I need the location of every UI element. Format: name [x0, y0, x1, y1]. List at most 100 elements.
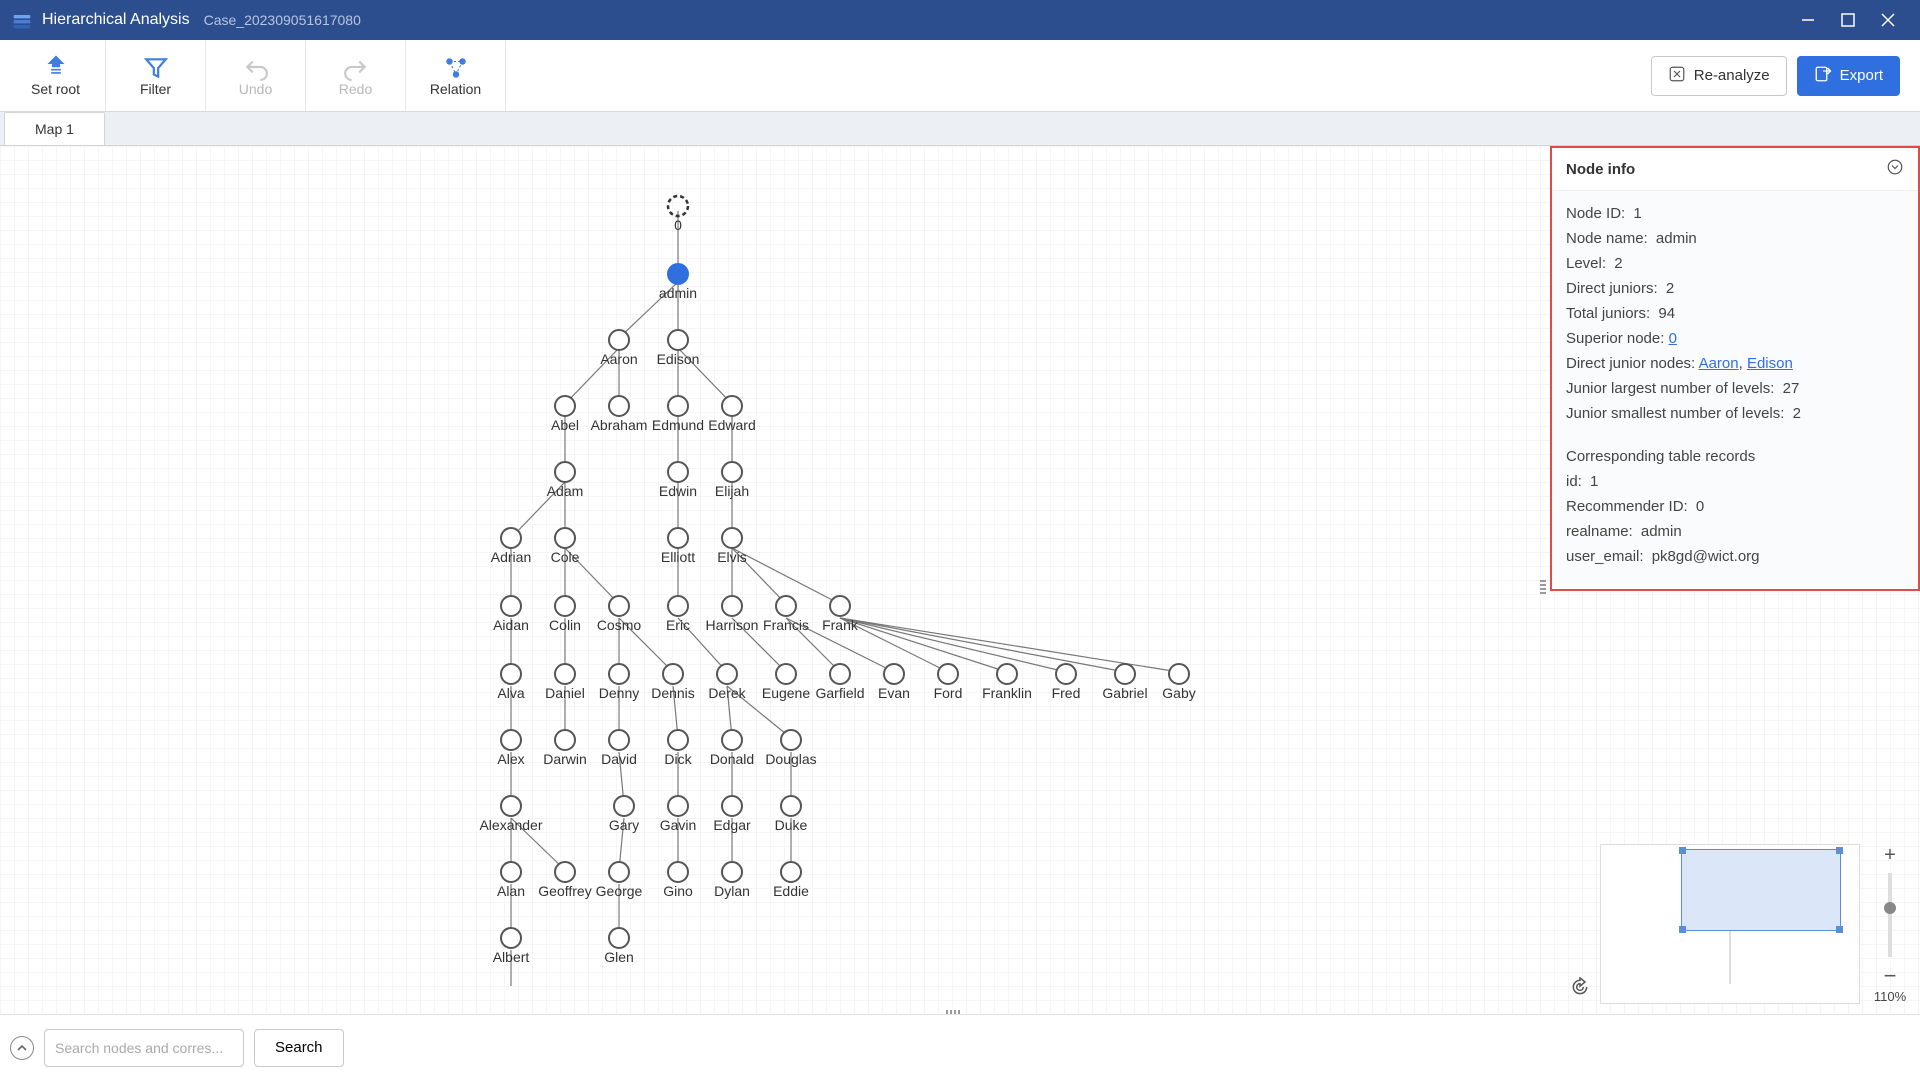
graph-node-elvis[interactable]: Elvis [717, 528, 747, 565]
graph-node-edison[interactable]: Edison [657, 330, 700, 367]
graph-node-eric[interactable]: Eric [666, 596, 690, 633]
graph-node-geoffrey[interactable]: Geoffrey [538, 862, 591, 899]
graph-node-harrison[interactable]: Harrison [706, 596, 759, 633]
graph-node-dylan[interactable]: Dylan [714, 862, 750, 899]
graph-node-dennis[interactable]: Dennis [651, 664, 695, 701]
zoom-slider[interactable] [1888, 873, 1892, 957]
expand-up-button[interactable] [10, 1036, 34, 1060]
workspace[interactable]: 0 admin Aaron Edison Abel Abraham Edmund… [0, 146, 1920, 1014]
zoom-in-icon[interactable]: + [1884, 844, 1896, 867]
undo-label: Undo [239, 81, 272, 97]
graph-node-glen[interactable]: Glen [604, 928, 634, 965]
graph-node-eugene[interactable]: Eugene [762, 664, 810, 701]
panel-drag-handle[interactable] [1540, 578, 1548, 608]
node-name-label: Node name: [1566, 230, 1648, 247]
bottom-drag-handle[interactable] [945, 1004, 975, 1010]
maximize-button[interactable] [1828, 0, 1868, 40]
svg-text:Albert: Albert [493, 949, 530, 965]
superior-label: Superior node: [1566, 330, 1664, 347]
zoom-out-icon[interactable]: − [1884, 963, 1897, 989]
graph-node-dick[interactable]: Dick [664, 730, 692, 767]
graph-node-duke[interactable]: Duke [775, 796, 808, 833]
graph-node-alexander[interactable]: Alexander [479, 796, 542, 833]
graph-node-alan[interactable]: Alan [497, 862, 525, 899]
refresh-button[interactable] [1570, 977, 1590, 1000]
svg-text:Darwin: Darwin [543, 751, 587, 767]
junior-link-edison[interactable]: Edison [1747, 355, 1793, 372]
relation-label: Relation [430, 81, 481, 97]
reanalyze-button[interactable]: Re-analyze [1651, 56, 1787, 96]
set-root-label: Set root [31, 81, 80, 97]
graph-node-elijah[interactable]: Elijah [715, 462, 749, 499]
graph-node-edwin[interactable]: Edwin [659, 462, 697, 499]
graph-node-ford[interactable]: Ford [934, 664, 963, 701]
filter-label: Filter [140, 81, 171, 97]
svg-text:0: 0 [674, 217, 682, 233]
graph-node-franklin[interactable]: Franklin [982, 664, 1032, 701]
svg-text:Cosmo: Cosmo [597, 617, 642, 633]
graph-node-colin[interactable]: Colin [549, 596, 581, 633]
collapse-icon[interactable] [1886, 158, 1904, 180]
graph-node-admin[interactable]: admin [659, 264, 697, 301]
graph-node-adam[interactable]: Adam [547, 462, 584, 499]
graph-node-garfield[interactable]: Garfield [815, 664, 864, 701]
graph-node-gary[interactable]: Gary [609, 796, 639, 833]
redo-icon [343, 55, 369, 77]
graph-node-gavin[interactable]: Gavin [660, 796, 697, 833]
minimize-button[interactable] [1788, 0, 1828, 40]
graph-node-david[interactable]: David [601, 730, 637, 767]
minimap[interactable] [1600, 844, 1860, 1004]
superior-link[interactable]: 0 [1669, 330, 1677, 347]
minimap-viewport[interactable] [1681, 849, 1841, 931]
svg-text:Glen: Glen [604, 949, 634, 965]
graph-node-denny[interactable]: Denny [599, 664, 639, 701]
graph-node-albert[interactable]: Albert [493, 928, 530, 965]
direct-junior-nodes-label: Direct junior nodes: [1566, 355, 1695, 372]
graph-node-abraham[interactable]: Abraham [591, 396, 648, 433]
graph-node-cosmo[interactable]: Cosmo [597, 596, 642, 633]
graph-node-edgar[interactable]: Edgar [713, 796, 751, 833]
graph-node-derek[interactable]: Derek [708, 664, 746, 701]
graph-node-elliott[interactable]: Elliott [661, 528, 695, 565]
graph-node-alex[interactable]: Alex [497, 730, 524, 767]
graph-node-alva[interactable]: Alva [497, 664, 524, 701]
svg-text:Adrian: Adrian [491, 549, 531, 565]
graph-node-cole[interactable]: Cole [551, 528, 580, 565]
graph-node-aidan[interactable]: Aidan [493, 596, 529, 633]
graph-node-frank[interactable]: Frank [822, 596, 859, 633]
svg-text:Elvis: Elvis [717, 549, 747, 565]
junior-link-aaron[interactable]: Aaron [1699, 355, 1739, 372]
svg-text:David: David [601, 751, 637, 767]
graph-node-francis[interactable]: Francis [763, 596, 809, 633]
graph-node-adrian[interactable]: Adrian [491, 528, 531, 565]
graph-node-edward[interactable]: Edward [708, 396, 755, 433]
search-button[interactable]: Search [254, 1029, 344, 1067]
filter-button[interactable]: Filter [106, 40, 206, 111]
graph-node-darwin[interactable]: Darwin [543, 730, 587, 767]
svg-text:Evan: Evan [878, 685, 910, 701]
svg-text:Eddie: Eddie [773, 883, 809, 899]
svg-text:Edward: Edward [708, 417, 755, 433]
graph-node-donald[interactable]: Donald [710, 730, 754, 767]
graph-node-gino[interactable]: Gino [663, 862, 693, 899]
zoom-control[interactable]: + − 110% [1870, 844, 1910, 1004]
graph-node-eddie[interactable]: Eddie [773, 862, 809, 899]
direct-juniors-value: 2 [1666, 280, 1674, 297]
graph-node-evan[interactable]: Evan [878, 664, 910, 701]
tab-map-1[interactable]: Map 1 [4, 112, 105, 145]
graph-node-aaron[interactable]: Aaron [600, 330, 637, 367]
graph-node-daniel[interactable]: Daniel [545, 664, 585, 701]
export-button[interactable]: Export [1797, 56, 1900, 96]
svg-text:Eugene: Eugene [762, 685, 810, 701]
graph-node-george[interactable]: George [596, 862, 643, 899]
graph-node-edmund[interactable]: Edmund [652, 396, 704, 433]
svg-text:Alexander: Alexander [479, 817, 542, 833]
svg-text:Ford: Ford [934, 685, 963, 701]
search-input[interactable] [44, 1029, 244, 1067]
graph-node-douglas[interactable]: Douglas [765, 730, 816, 767]
set-root-button[interactable]: Set root [6, 40, 106, 111]
close-button[interactable] [1868, 0, 1908, 40]
svg-text:Gary: Gary [609, 817, 639, 833]
relation-button[interactable]: Relation [406, 40, 506, 111]
graph-node-abel[interactable]: Abel [551, 396, 579, 433]
